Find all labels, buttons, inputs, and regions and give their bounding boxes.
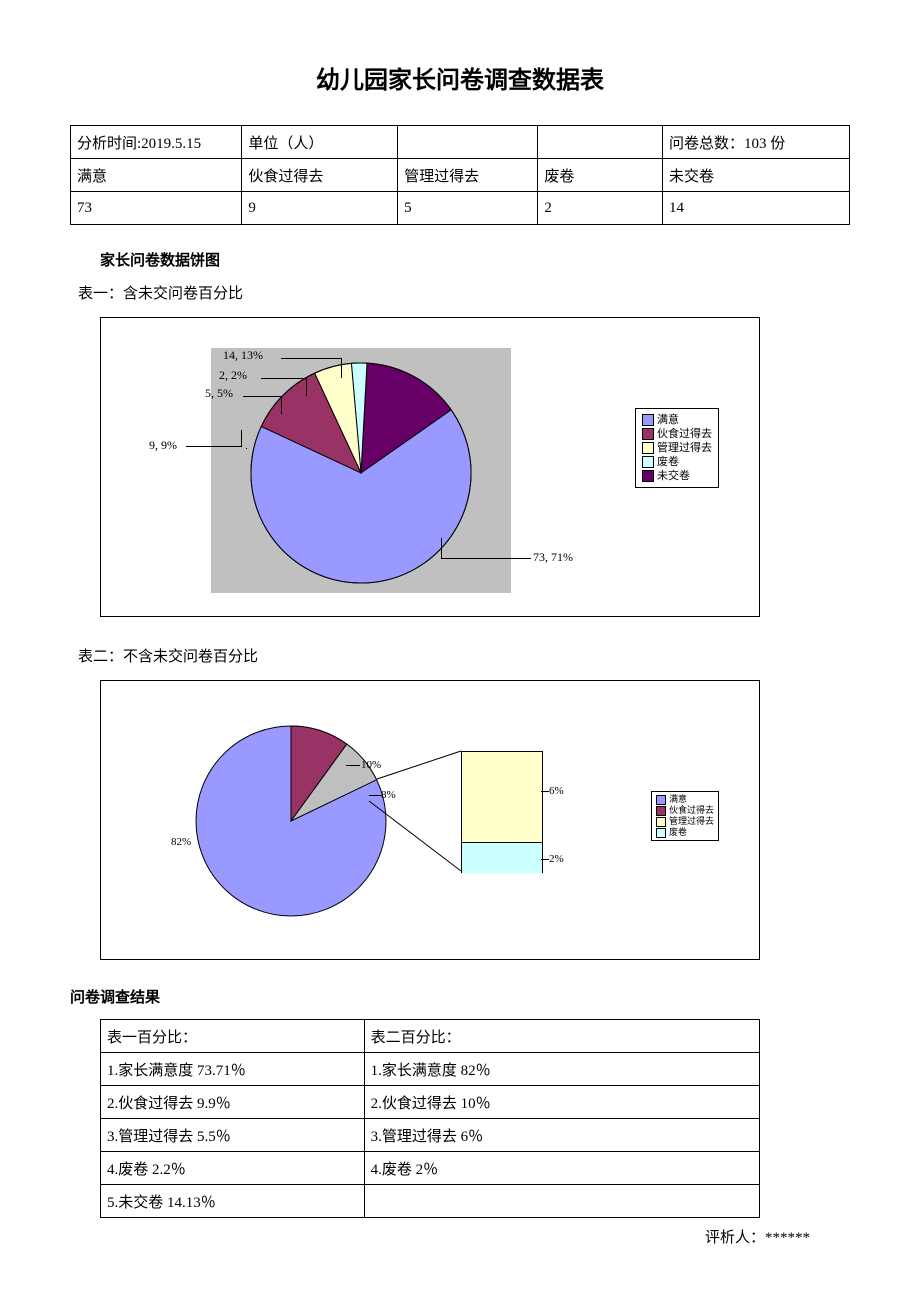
chart2-legend: 满意 伙食过得去 管理过得去 废卷 [651,791,719,841]
chart2-container: 82% 10% 8% 6% 2% 满意 伙食过得去 管理过得去 废卷 [100,680,760,960]
swatch-icon [642,442,654,454]
cell: 问卷总数：103 份 [663,126,850,159]
cell: 4.废卷 2.2％ [101,1152,365,1185]
cell: 单位（人） [242,126,398,159]
leader-line [186,446,241,447]
legend-label: 满意 [657,414,679,426]
chart2-label-8: 8% [381,789,396,801]
pie-chart-1 [211,348,511,593]
swatch-icon [642,428,654,440]
cell: 1.家长满意度 82％ [364,1053,759,1086]
leader-line [441,538,442,558]
cell: 5.未交卷 14.13％ [101,1185,365,1218]
cell: 2 [538,192,663,225]
leader-line [346,765,360,766]
swatch-icon [656,806,666,816]
cell: 分析时间:2019.5.15 [71,126,242,159]
chart1-label-14: 14, 13% [223,348,263,363]
legend-item: 满意 [642,413,712,427]
leader-line [261,378,306,379]
chart1-plot [211,348,511,593]
legend-label: 管理过得去 [669,816,714,826]
chart2-label-10: 10% [361,759,381,771]
bar-slice-manage [462,752,542,843]
legend-label: 废卷 [657,456,679,468]
leader-line [281,396,282,414]
swatch-icon [656,828,666,838]
cell: 表二百分比： [364,1020,759,1053]
leader-line [441,558,531,559]
cell: 未交卷 [663,159,850,192]
chart2-caption: 表二：不含未交问卷百分比 [78,645,850,666]
legend-label: 废卷 [669,827,687,837]
chart1-caption: 表一：含未交问卷百分比 [78,282,850,303]
summary-table: 分析时间:2019.5.15 单位（人） 问卷总数：103 份 满意 伙食过得去… [70,125,850,225]
cell: 5 [398,192,538,225]
swatch-icon [656,795,666,805]
leader-line [246,448,247,449]
cell: 4.废卷 2％ [364,1152,759,1185]
page-title: 幼儿园家长问卷调查数据表 [70,60,850,95]
cell: 满意 [71,159,242,192]
chart1-label-9: 9, 9% [149,438,177,453]
cell: 3.管理过得去 5.5％ [101,1119,365,1152]
cell: 73 [71,192,242,225]
legend-label: 管理过得去 [657,442,712,454]
legend-label: 伙食过得去 [657,428,712,440]
bar-slice-waste [462,843,542,873]
legend-item: 满意 [656,794,714,805]
legend-label: 满意 [669,794,687,804]
chart2-label-6: 6% [549,785,564,797]
cell: 14 [663,192,850,225]
chart1-label-73: 73, 71% [533,550,573,565]
legend-item: 废卷 [656,827,714,838]
leader-line [369,795,381,796]
cell: 9 [242,192,398,225]
cell [398,126,538,159]
leader-line [241,430,242,447]
leader-line [306,378,307,396]
results-table: 表一百分比： 表二百分比： 1.家长满意度 73.71％1.家长满意度 82％ … [100,1019,760,1218]
cell: 2.伙食过得去 10％ [364,1086,759,1119]
leader-line [341,358,342,378]
legend-label: 伙食过得去 [669,805,714,815]
cell [538,126,663,159]
cell: 伙食过得去 [242,159,398,192]
cell: 2.伙食过得去 9.9％ [101,1086,365,1119]
cell: 3.管理过得去 6％ [364,1119,759,1152]
legend-item: 伙食过得去 [642,427,712,441]
cell: 管理过得去 [398,159,538,192]
swatch-icon [642,414,654,426]
section-title-charts: 家长问卷数据饼图 [100,249,850,270]
chart1-label-5: 5, 5% [205,386,233,401]
cell: 1.家长满意度 73.71％ [101,1053,365,1086]
leader-line [541,859,549,860]
legend-item: 管理过得去 [656,816,714,827]
leader-line [281,358,341,359]
legend-label: 未交卷 [657,470,690,482]
cell: 表一百分比： [101,1020,365,1053]
swatch-icon [656,817,666,827]
legend-item: 伙食过得去 [656,805,714,816]
chart1-container: 14, 13% 2, 2% 5, 5% 9, 9% 73, 71% 满意 伙食过… [100,317,760,617]
cell [364,1185,759,1218]
chart2-label-82: 82% [171,836,191,848]
leader-line [541,791,549,792]
chart1-legend: 满意 伙食过得去 管理过得去 废卷 未交卷 [635,408,719,488]
cell: 废卷 [538,159,663,192]
swatch-icon [642,470,654,482]
bar-of-pie [461,751,543,873]
results-title: 问卷调查结果 [70,986,850,1007]
legend-item: 管理过得去 [642,441,712,455]
chart1-label-2: 2, 2% [219,368,247,383]
reviewer-line: 评析人：****** [70,1226,810,1247]
swatch-icon [642,456,654,468]
legend-item: 废卷 [642,455,712,469]
chart2-label-2: 2% [549,853,564,865]
legend-item: 未交卷 [642,469,712,483]
leader-line [243,396,281,397]
